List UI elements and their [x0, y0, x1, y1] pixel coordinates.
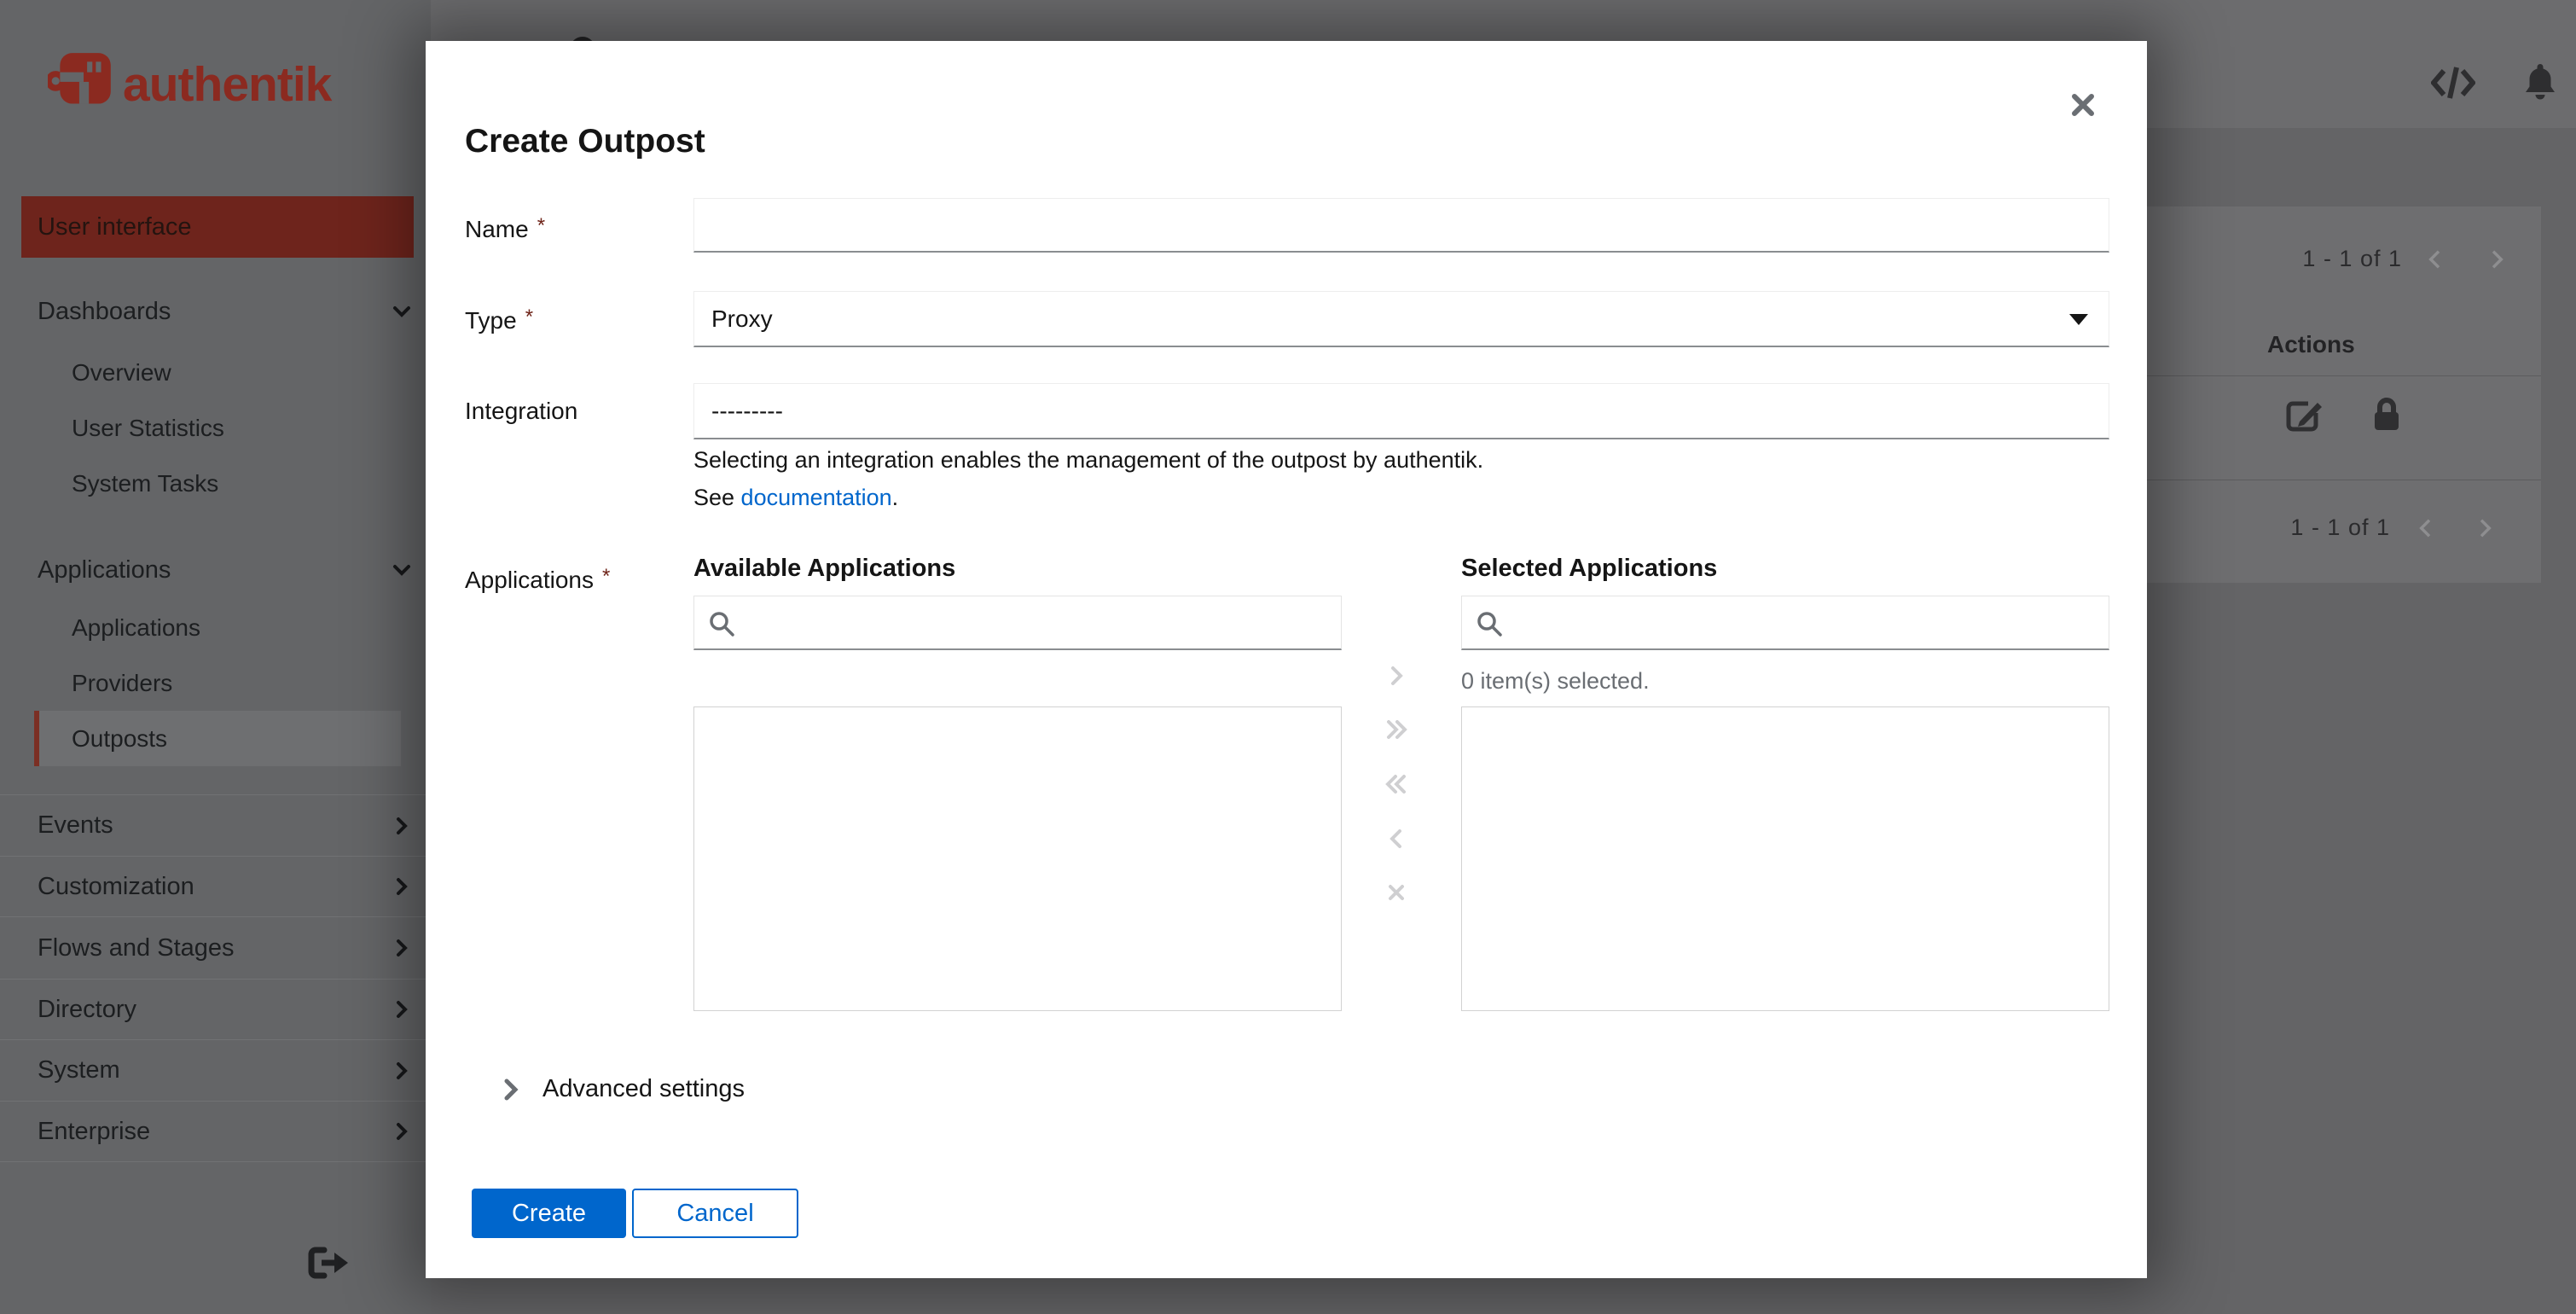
actions-column-header: Actions	[2267, 331, 2355, 358]
documentation-link[interactable]: documentation	[741, 485, 892, 510]
type-select[interactable]: Proxy	[693, 291, 2109, 347]
pagination-next-button[interactable]	[2471, 515, 2498, 546]
available-applications-listbox[interactable]	[693, 706, 1342, 1011]
chevron-right-icon	[397, 1001, 408, 1018]
create-outpost-modal: Create Outpost Name * Type * Proxy Integra…	[426, 41, 2147, 1278]
sidebar-item-customization[interactable]: Customization	[0, 856, 431, 916]
chevron-right-icon	[397, 817, 408, 834]
notification-bell-icon[interactable]	[2521, 62, 2559, 108]
lock-icon[interactable]	[2370, 394, 2404, 438]
sidebar-item-flows-and-stages[interactable]: Flows and Stages	[0, 916, 431, 979]
authentik-logo: authentik	[48, 49, 332, 119]
sidebar-item-applications[interactable]: Applications	[0, 600, 431, 655]
integration-select[interactable]: ---------	[693, 383, 2109, 439]
sidebar-item-user-interface[interactable]: User interface	[21, 196, 414, 258]
sidebar-item-outposts[interactable]: Outposts	[34, 711, 401, 766]
integration-label: Integration	[465, 398, 578, 424]
brand-name: authentik	[123, 57, 332, 112]
sidebar-group-dashboards[interactable]: Dashboards	[0, 282, 431, 341]
advanced-settings-toggle[interactable]: Advanced settings	[498, 1075, 745, 1103]
sidebar-item-directory[interactable]: Directory	[0, 979, 431, 1039]
sidebar-item-enterprise[interactable]: Enterprise	[0, 1101, 431, 1162]
move-selected-right-icon[interactable]	[1379, 659, 1413, 693]
selected-applications-listbox[interactable]	[1461, 706, 2109, 1011]
chevron-right-icon	[397, 878, 408, 895]
search-icon	[1477, 612, 1502, 637]
sidebar-group-applications[interactable]: Applications	[0, 540, 431, 600]
pagination-top-label: 1 - 1 of 1	[2302, 246, 2402, 271]
selected-applications-heading: Selected Applications	[1461, 555, 1718, 582]
move-selected-left-icon[interactable]	[1379, 822, 1413, 856]
selected-count-label: 0 item(s) selected.	[1461, 668, 1650, 694]
available-applications-heading: Available Applications	[693, 555, 956, 582]
sidebar-item-events[interactable]: Events	[0, 794, 431, 856]
selected-search	[1461, 596, 2109, 650]
pagination-bottom-label: 1 - 1 of 1	[2290, 515, 2390, 540]
chevron-right-icon	[397, 1061, 408, 1079]
move-all-right-icon[interactable]	[1379, 712, 1413, 747]
pagination-next-button[interactable]	[2483, 246, 2510, 277]
sidebar-item-providers[interactable]: Providers	[0, 655, 431, 711]
integration-help-text: Selecting an integration enables the man…	[693, 447, 1484, 473]
authentik-key-icon	[48, 53, 111, 104]
clear-selected-icon[interactable]	[1379, 875, 1413, 910]
name-input[interactable]	[693, 198, 2109, 253]
chevron-right-icon	[397, 939, 408, 956]
selected-search-input[interactable]	[1461, 596, 2109, 650]
cancel-button[interactable]: Cancel	[632, 1189, 798, 1238]
sidebar: authentik User interface Dashboards Over…	[0, 0, 431, 1314]
move-all-left-icon[interactable]	[1379, 767, 1413, 801]
sidebar-item-user-statistics[interactable]: User Statistics	[0, 400, 431, 456]
code-icon[interactable]	[2430, 64, 2476, 106]
select-caret-icon	[2069, 314, 2088, 325]
sidebar-item-overview[interactable]: Overview	[0, 345, 431, 400]
pagination-prev-button[interactable]	[2412, 515, 2440, 546]
pagination-prev-button[interactable]	[2422, 246, 2449, 277]
available-search-input[interactable]	[693, 596, 1342, 650]
screen: authentik User interface Dashboards Over…	[0, 0, 2576, 1314]
modal-title: Create Outpost	[465, 123, 705, 160]
chevron-right-icon	[397, 1123, 408, 1140]
integration-help-see: See documentation.	[693, 485, 899, 510]
create-button[interactable]: Create	[472, 1189, 626, 1238]
applications-label: Applications *	[465, 565, 611, 593]
type-label: Type *	[465, 305, 534, 334]
edit-icon[interactable]	[2284, 396, 2324, 438]
sign-out-icon[interactable]	[305, 1246, 353, 1284]
search-icon	[710, 612, 734, 637]
name-label: Name *	[465, 214, 546, 242]
sidebar-item-system-tasks[interactable]: System Tasks	[0, 456, 431, 511]
chevron-down-icon	[393, 565, 410, 576]
close-icon[interactable]	[2067, 89, 2104, 126]
available-search	[693, 596, 1342, 650]
chevron-right-icon	[504, 1079, 519, 1100]
sidebar-item-system[interactable]: System	[0, 1039, 431, 1101]
chevron-down-icon	[393, 306, 410, 317]
